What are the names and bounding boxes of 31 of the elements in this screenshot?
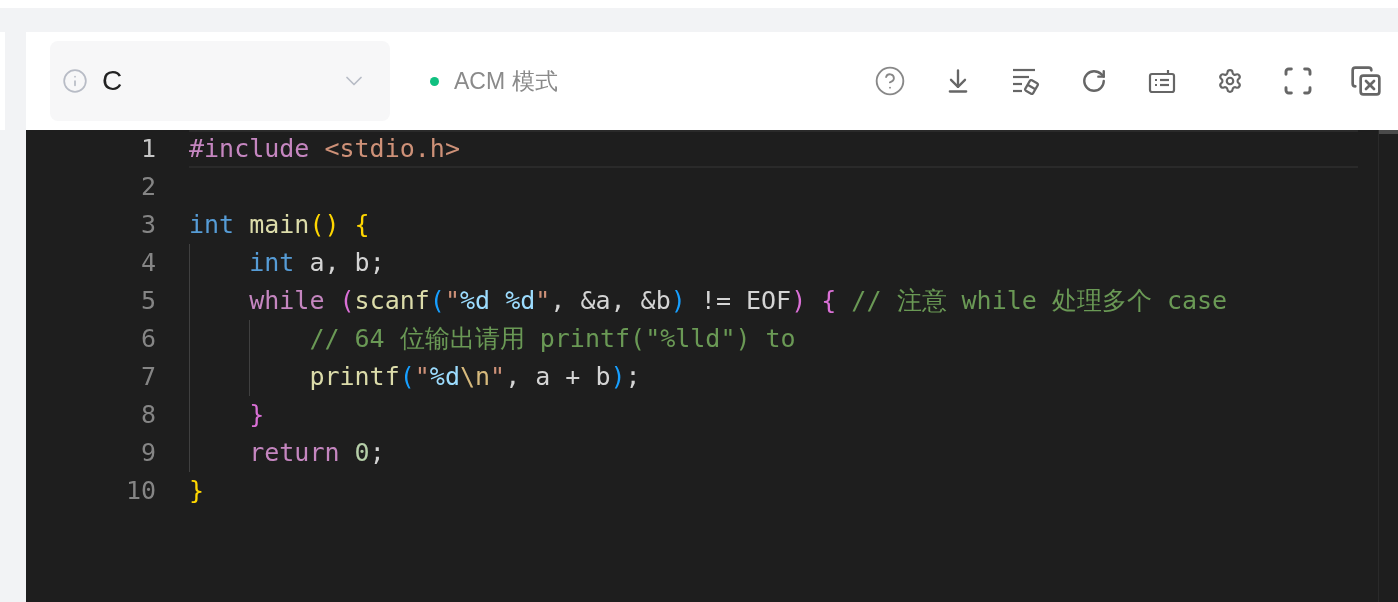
scrollbar[interactable] (1378, 130, 1398, 602)
line-number: 7 (139, 361, 156, 393)
code-line: #include <stdio.h> (189, 133, 460, 165)
settings-icon (1217, 68, 1243, 94)
code-line: while (scanf("%d %d", &a, &b) != EOF) { // 注意 while 处理多个 case (248, 285, 1228, 317)
line-number: 10 (124, 475, 156, 507)
code-line: int a, b; (248, 247, 385, 279)
reload-icon (1081, 68, 1107, 94)
line-number: 2 (139, 171, 156, 203)
format-eraser-icon (1011, 67, 1041, 95)
code-line: // 64 位输出请用 printf("%lld") to (308, 323, 796, 355)
line-number: 9 (139, 437, 156, 469)
line-number: 5 (139, 285, 156, 317)
line-number: 4 (139, 247, 156, 279)
code-line: } (248, 399, 265, 431)
info-icon (62, 68, 88, 94)
line-number: 8 (139, 399, 156, 431)
fullscreen-icon (1282, 65, 1314, 97)
copy-close-icon (1350, 65, 1382, 97)
help-icon (874, 65, 906, 97)
code-line: printf("%d\n", a + b); (308, 361, 641, 393)
code-line: } (189, 475, 205, 507)
code-line: int main() { (189, 209, 370, 241)
panel-icon (1148, 68, 1176, 94)
code-line: return 0; (248, 437, 385, 469)
language-select[interactable]: C (50, 41, 390, 121)
line-number: 1 (139, 133, 156, 165)
line-number: 3 (139, 209, 156, 241)
code-editor[interactable]: 1 2 3 4 5 6 7 8 9 10 #include <stdio.h> int main() { int a, b; while (scanf("%d %d", &a, &b) != EOF) { // 注意 while 处理多个 case // 64 位输出请用 printf("%lld") to printf("%d\n", a + b); } return 0; } (26, 130, 1398, 602)
line-number: 6 (139, 323, 156, 355)
mode-label: ACM 模式 (454, 66, 558, 96)
